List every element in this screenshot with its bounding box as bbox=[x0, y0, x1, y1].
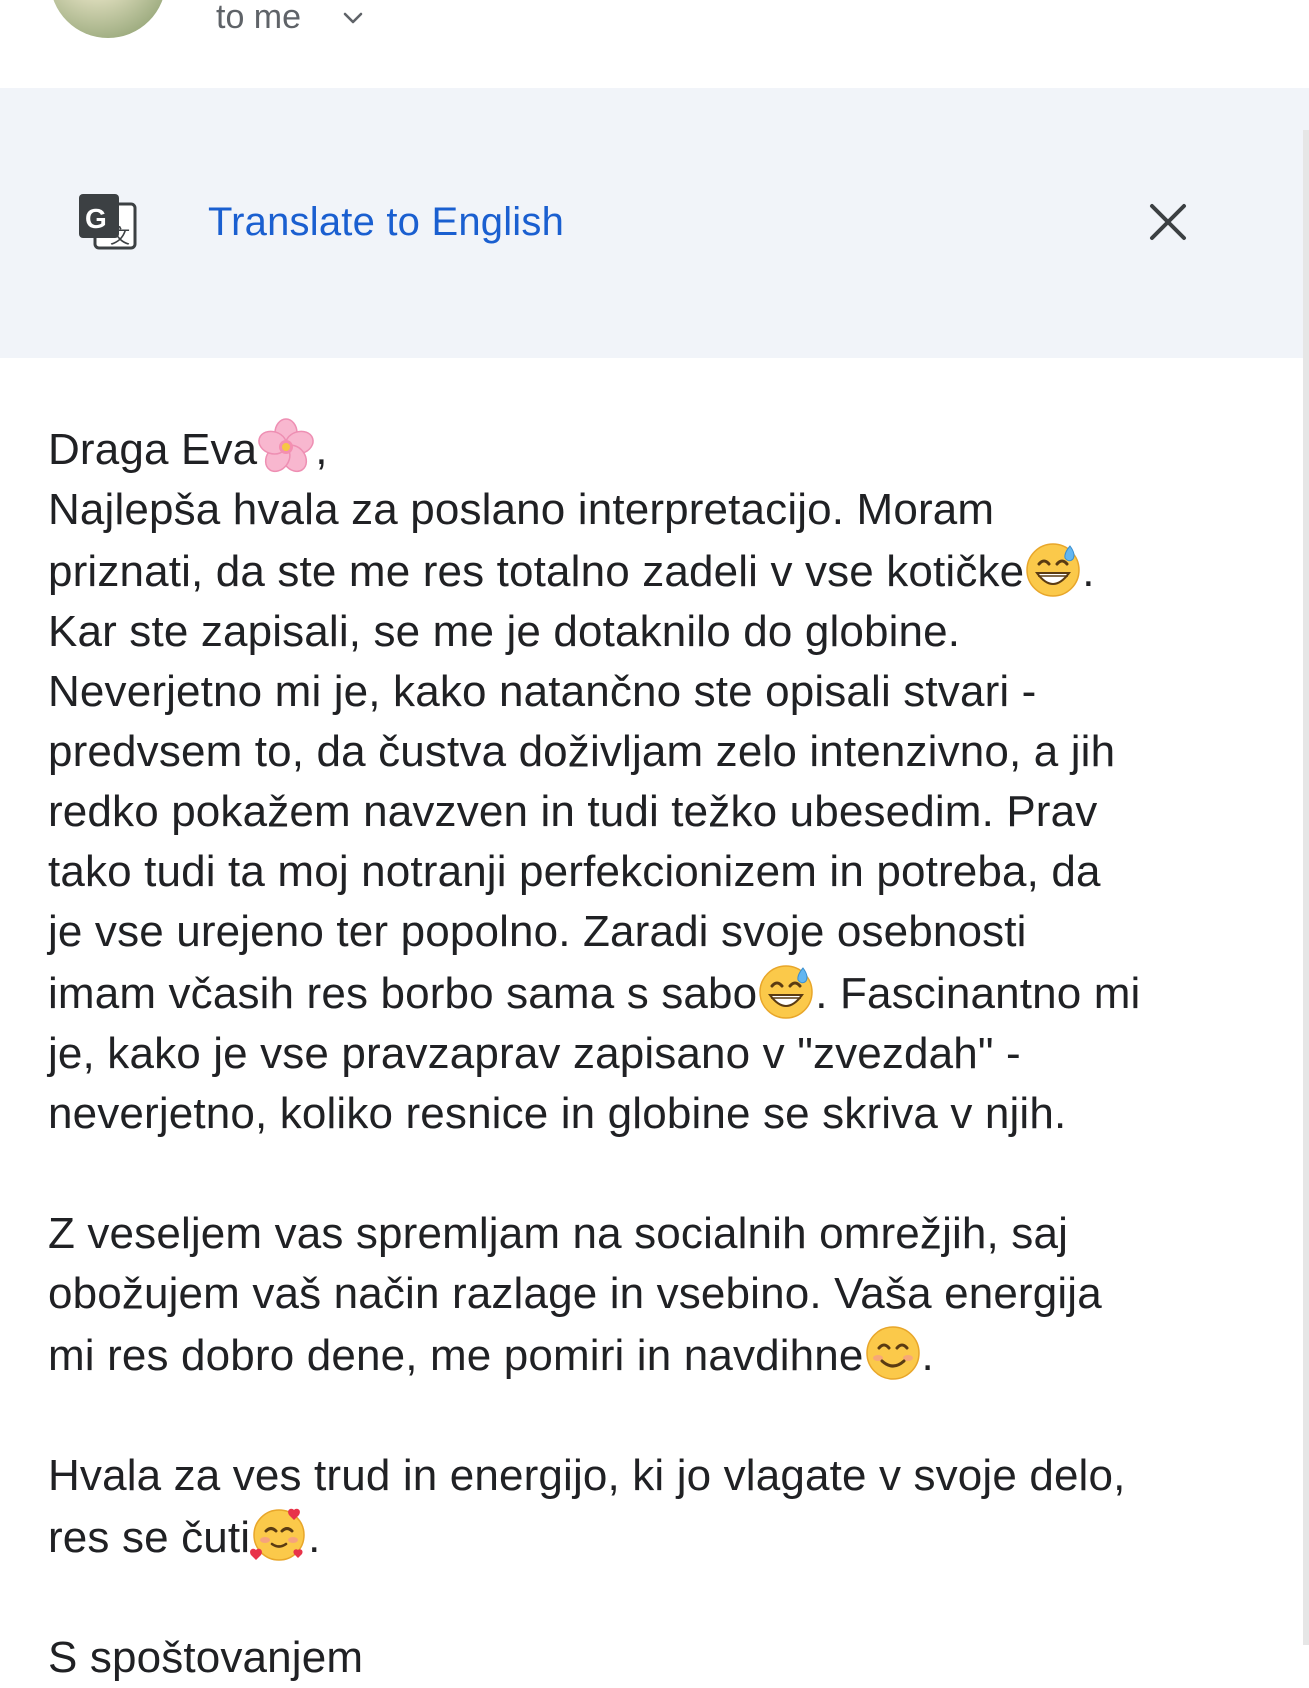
message-line-text: je, kako je vse pravzaprav zapisano v "z… bbox=[48, 1029, 1021, 1078]
message-line-text: Hvala za ves trud in energijo, ki jo vla… bbox=[48, 1451, 1126, 1500]
message-line-text: neverjetno, koliko resnice in globine se… bbox=[48, 1089, 1067, 1138]
message-line-tail: . bbox=[1082, 547, 1095, 596]
message-line-text: S spoštovanjem bbox=[48, 1633, 364, 1682]
message-line: Hvala za ves trud in energijo, ki jo vla… bbox=[48, 1446, 1298, 1506]
message-line: priznati, da ste me res totalno zadeli v… bbox=[48, 540, 1298, 602]
message-line-text: predvsem to, da čustva doživljam zelo in… bbox=[48, 727, 1116, 776]
scrollbar[interactable] bbox=[1303, 130, 1309, 1645]
message-line-text: Najlepša hvala za poslano interpretacijo… bbox=[48, 485, 995, 534]
message-line: tako tudi ta moj notranji perfekcionizem… bbox=[48, 842, 1298, 902]
message-line-text: tako tudi ta moj notranji perfekcionizem… bbox=[48, 847, 1101, 896]
message-line-text: priznati, da ste me res totalno zadeli v… bbox=[48, 547, 1025, 596]
message-line-text: obožujem vaš način razlage in vsebino. V… bbox=[48, 1269, 1102, 1318]
message-line: predvsem to, da čustva doživljam zelo in… bbox=[48, 722, 1298, 782]
sender-avatar[interactable] bbox=[50, 0, 166, 38]
message-line: obožujem vaš način razlage in vsebino. V… bbox=[48, 1264, 1298, 1324]
message-line-text: imam včasih res borbo sama s sabo bbox=[48, 969, 758, 1018]
message-line: Z veseljem vas spremljam na socialnih om… bbox=[48, 1204, 1298, 1264]
message-line: Neverjetno mi je, kako natančno ste opis… bbox=[48, 662, 1298, 722]
message-line: Draga Eva, bbox=[48, 418, 1298, 480]
message-line-text: res se čuti bbox=[48, 1513, 251, 1562]
message-line: redko pokažem navzven in tudi težko ubes… bbox=[48, 782, 1298, 842]
message-line-text: redko pokažem navzven in tudi težko ubes… bbox=[48, 787, 1098, 836]
message-line-text: mi res dobro dene, me pomiri in navdihne bbox=[48, 1331, 864, 1380]
message-line: Kar ste zapisali, se me je dotaknilo do … bbox=[48, 602, 1298, 662]
grinning-sweat-emoji bbox=[757, 962, 815, 1020]
message-line: Najlepša hvala za poslano interpretacijo… bbox=[48, 480, 1298, 540]
cherry-blossom-emoji bbox=[257, 418, 315, 476]
message-header: to me bbox=[0, 0, 1309, 88]
message-line-text: Kar ste zapisali, se me je dotaknilo do … bbox=[48, 607, 961, 656]
message-line: mi res dobro dene, me pomiri in navdihne… bbox=[48, 1324, 1298, 1386]
message-line: res se čuti. bbox=[48, 1506, 1298, 1568]
close-icon[interactable] bbox=[1148, 202, 1188, 242]
smiling-emoji bbox=[864, 1324, 922, 1382]
message-line-text: Neverjetno mi je, kako natančno ste opis… bbox=[48, 667, 1037, 716]
svg-text:文: 文 bbox=[110, 224, 130, 248]
message-line-tail: . bbox=[921, 1331, 934, 1380]
translate-to-english-link[interactable]: Translate to English bbox=[208, 198, 564, 246]
recipient-label[interactable]: to me bbox=[216, 0, 301, 34]
message-line: S spoštovanjem bbox=[48, 1628, 1298, 1688]
translate-icon: G 文 bbox=[77, 192, 139, 252]
message-line: neverjetno, koliko resnice in globine se… bbox=[48, 1084, 1298, 1144]
svg-text:G: G bbox=[85, 203, 107, 234]
message-line: je vse urejeno ter popolno. Zaradi svoje… bbox=[48, 902, 1298, 962]
grinning-sweat-emoji bbox=[1024, 540, 1082, 598]
message-line-text: je vse urejeno ter popolno. Zaradi svoje… bbox=[48, 907, 1027, 956]
message-line: imam včasih res borbo sama s sabo . Fasci… bbox=[48, 962, 1298, 1024]
translate-banner: G 文 Translate to English bbox=[0, 88, 1309, 358]
smiling-hearts-emoji bbox=[250, 1506, 308, 1564]
message-line-tail: , bbox=[315, 425, 328, 474]
message-line-tail: . bbox=[308, 1513, 321, 1562]
message-body: Draga Eva, Najlepša hvala za poslano inte… bbox=[48, 418, 1298, 1688]
message-line: je, kako je vse pravzaprav zapisano v "z… bbox=[48, 1024, 1298, 1084]
message-line-text: Draga Eva bbox=[48, 425, 258, 474]
message-line-text: Z veseljem vas spremljam na socialnih om… bbox=[48, 1209, 1068, 1258]
chevron-down-icon[interactable] bbox=[342, 10, 364, 26]
message-line-tail: . Fascinantno mi bbox=[815, 969, 1141, 1018]
